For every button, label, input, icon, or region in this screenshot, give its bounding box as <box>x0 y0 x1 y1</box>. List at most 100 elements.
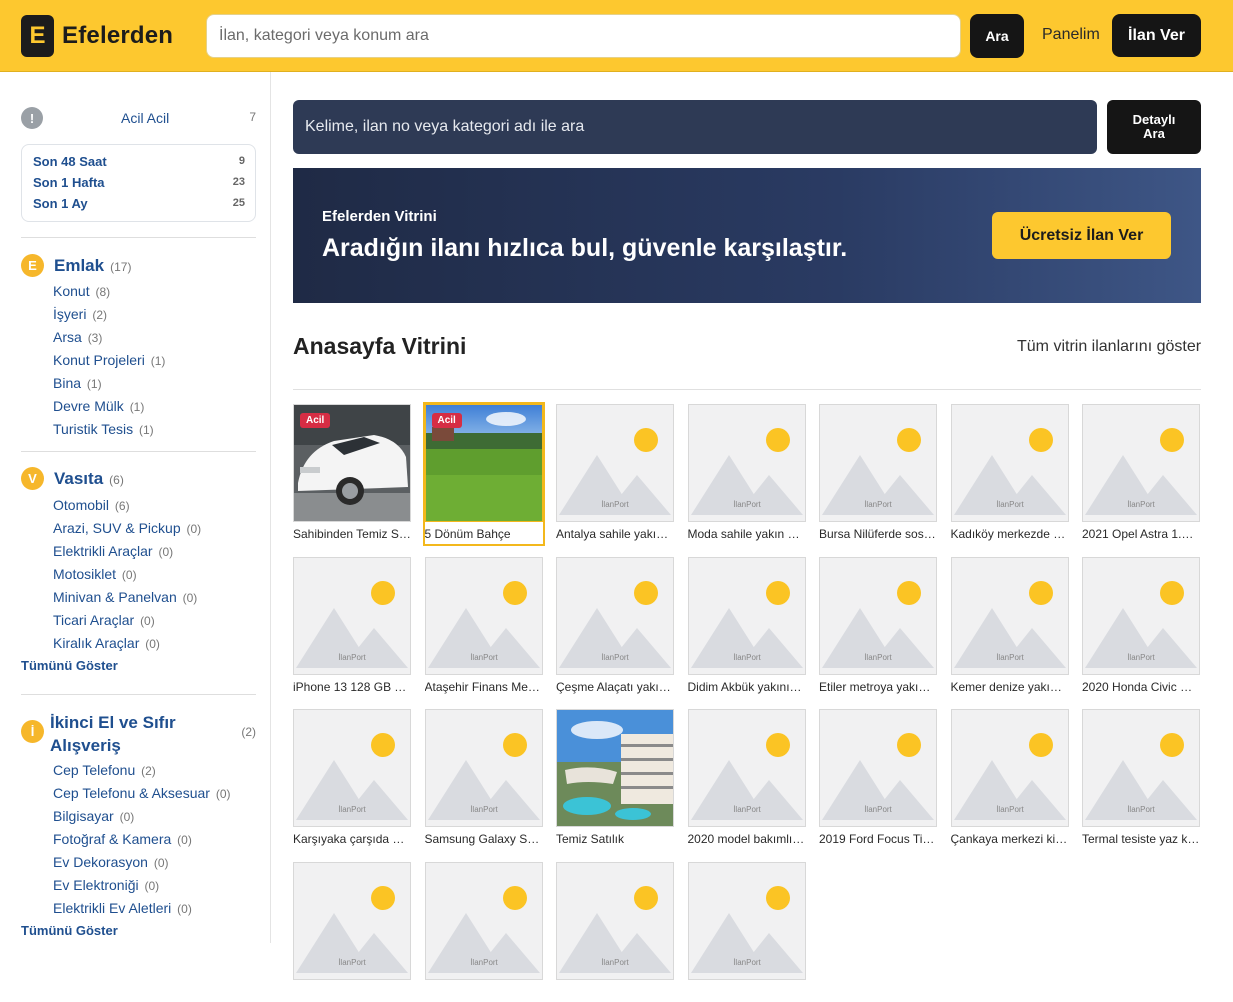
listing-thumbnail[interactable] <box>556 709 674 827</box>
listing-thumbnail[interactable]: İlanPort <box>424 557 543 675</box>
listing-thumbnail[interactable]: İlanPort <box>424 862 543 980</box>
subcategory-link[interactable]: Konut Projeleri (1) <box>53 352 165 368</box>
listing-thumbnail[interactable]: İlanPort <box>424 709 543 827</box>
subcategory-link[interactable]: Arazi, SUV & Pickup (0) <box>53 520 201 536</box>
show-all-link[interactable]: Tümünü Göster <box>21 658 118 673</box>
header-search-button[interactable]: Ara <box>970 14 1024 58</box>
panel-link[interactable]: Panelim <box>1042 26 1100 44</box>
subcategory-link[interactable]: Ev Elektroniği (0) <box>53 877 159 893</box>
listing-title[interactable]: Temiz Satılık <box>556 832 674 846</box>
listing-thumbnail[interactable]: İlanPort <box>819 709 937 827</box>
listing-title[interactable]: Antalya sahile yakın daire <box>556 527 674 541</box>
listing-card[interactable]: Temiz Satılık <box>556 709 674 849</box>
listing-title[interactable]: Sahibinden Temiz Sahibinden Temiz BMW <box>293 527 411 541</box>
subcategory-link[interactable]: Arsa (3) <box>53 329 102 345</box>
post-ad-button[interactable]: İlan Ver <box>1112 14 1201 57</box>
listing-title[interactable]: 5 Dönüm Bahçe <box>425 527 543 541</box>
listing-title[interactable]: 2021 Opel Astra 1.4 Turbo <box>1082 527 1200 541</box>
listing-card[interactable]: İlanPort Çeşme Alaçatı yakını villa <box>556 557 674 697</box>
listing-thumbnail[interactable]: İlanPort <box>556 557 674 675</box>
subcategory-link[interactable]: Bilgisayar (0) <box>53 808 134 824</box>
listing-card[interactable]: Acil 5 Dönüm Bahçe <box>422 402 545 546</box>
listing-thumbnail[interactable]: İlanPort <box>687 709 806 827</box>
subcategory-link[interactable]: Fotoğraf & Kamera (0) <box>53 831 192 847</box>
time-filter-1m[interactable]: Son 1 Ay 25 <box>33 196 245 214</box>
listing-card[interactable]: İlanPort Karşıyaka çarşıda dükkan <box>293 709 411 849</box>
listing-card[interactable]: İlanPort <box>424 862 543 1002</box>
listing-title[interactable]: Moda sahile yakın daire <box>688 527 806 541</box>
listing-title[interactable]: Bursa Nilüferde sosyal tesisli <box>819 527 937 541</box>
listing-thumbnail[interactable]: Acil <box>293 404 411 522</box>
listing-thumbnail[interactable]: Acil <box>424 404 543 522</box>
listing-title[interactable]: Çankaya merkezi kiralık <box>951 832 1069 846</box>
free-ad-button[interactable]: Ücretsiz İlan Ver <box>992 212 1171 259</box>
listing-title[interactable]: Etiler metroya yakın daire <box>819 680 937 694</box>
listing-thumbnail[interactable]: İlanPort <box>819 557 937 675</box>
listing-title[interactable]: Termal tesiste yaz kiralık <box>1082 832 1200 846</box>
listing-thumbnail[interactable]: İlanPort <box>687 404 806 522</box>
listing-card[interactable]: İlanPort <box>293 862 411 1002</box>
listing-thumbnail[interactable]: İlanPort <box>950 709 1069 827</box>
subcategory-link[interactable]: Cep Telefonu & Aksesuar (0) <box>53 785 231 801</box>
subcategory-link[interactable]: Ev Dekorasyon (0) <box>53 854 169 870</box>
subcategory-link[interactable]: Minivan & Panelvan (0) <box>53 589 197 605</box>
listing-title[interactable]: 2019 Ford Focus Titanium <box>819 832 937 846</box>
listing-thumbnail[interactable]: İlanPort <box>687 862 806 980</box>
show-all-showcase-link[interactable]: Tüm vitrin ilanlarını göster <box>1017 338 1201 356</box>
listing-card[interactable]: İlanPort Ataşehir Finans Merkezi ofis <box>424 557 543 697</box>
acil-filter[interactable]: ! Acil Acil 7 <box>21 106 256 130</box>
subcategory-link[interactable]: Kiralık Araçlar (0) <box>53 635 160 651</box>
listing-card[interactable]: İlanPort Etiler metroya yakın daire <box>819 557 937 697</box>
listing-thumbnail[interactable]: İlanPort <box>293 709 411 827</box>
site-logo[interactable]: E Efelerden <box>21 15 173 57</box>
listing-title[interactable]: Karşıyaka çarşıda dükkan <box>293 832 411 846</box>
category-ikinci-el[interactable]: İ İkinci El ve Sıfır Alışveriş (2) <box>21 710 256 756</box>
listing-title[interactable]: 2020 model bakımlı araç <box>688 832 806 846</box>
listing-card[interactable]: Acil Sahibinden Temiz Sahibinden Temiz BM… <box>293 404 411 544</box>
listing-title[interactable]: Kemer denize yakın apart <box>951 680 1069 694</box>
show-all-link[interactable]: Tümünü Göster <box>21 923 118 938</box>
listing-thumbnail[interactable]: İlanPort <box>950 404 1069 522</box>
listing-card[interactable]: İlanPort Çankaya merkezi kiralık <box>950 709 1069 849</box>
subcategory-link[interactable]: Devre Mülk (1) <box>53 398 144 414</box>
listing-thumbnail[interactable]: İlanPort <box>819 404 937 522</box>
listing-card[interactable]: İlanPort 2021 Opel Astra 1.4 Turbo <box>1082 404 1200 544</box>
listing-card[interactable]: İlanPort Moda sahile yakın daire <box>687 404 806 544</box>
listing-thumbnail[interactable]: İlanPort <box>950 557 1069 675</box>
detailed-search-button[interactable]: Detaylı Ara <box>1107 100 1201 154</box>
listing-thumbnail[interactable]: İlanPort <box>687 557 806 675</box>
listing-title[interactable]: Kadıköy merkezde kiralık <box>951 527 1069 541</box>
listing-title[interactable]: Samsung Galaxy S22 Ultra <box>425 832 543 846</box>
listing-card[interactable]: İlanPort Bursa Nilüferde sosyal tesisli <box>819 404 937 544</box>
subcategory-link[interactable]: Elektrikli Ev Aletleri (0) <box>53 900 192 916</box>
listing-title[interactable]: 2020 Honda Civic Eco <box>1082 680 1200 694</box>
listing-thumbnail[interactable]: İlanPort <box>556 862 674 980</box>
listing-thumbnail[interactable]: İlanPort <box>1082 709 1200 827</box>
listing-card[interactable]: İlanPort Didim Akbük yakınında yazlık <box>687 557 806 697</box>
subcategory-link[interactable]: Ticari Araçlar (0) <box>53 612 155 628</box>
listing-card[interactable]: İlanPort <box>556 862 674 1002</box>
listing-card[interactable]: İlanPort Termal tesiste yaz kiralık <box>1082 709 1200 849</box>
time-filter-48h[interactable]: Son 48 Saat 9 <box>33 154 245 172</box>
listing-card[interactable]: İlanPort <box>687 862 806 1002</box>
listing-card[interactable]: İlanPort Kemer denize yakın apart <box>950 557 1069 697</box>
listing-card[interactable]: İlanPort Kadıköy merkezde kiralık <box>950 404 1069 544</box>
subcategory-link[interactable]: Elektrikli Araçlar (0) <box>53 543 173 559</box>
listing-thumbnail[interactable]: İlanPort <box>1082 404 1200 522</box>
time-filter-1w[interactable]: Son 1 Hafta 23 <box>33 175 245 193</box>
listing-title[interactable]: Ataşehir Finans Merkezi ofis <box>425 680 543 694</box>
subcategory-link[interactable]: Turistik Tesis (1) <box>53 421 154 437</box>
listing-card[interactable]: İlanPort Samsung Galaxy S22 Ultra <box>424 709 543 849</box>
listing-card[interactable]: İlanPort Antalya sahile yakın daire <box>556 404 674 544</box>
listing-title[interactable]: Didim Akbük yakınında yazlık <box>688 680 806 694</box>
listing-card[interactable]: İlanPort 2020 model bakımlı araç <box>687 709 806 849</box>
listing-card[interactable]: İlanPort 2019 Ford Focus Titanium <box>819 709 937 849</box>
subcategory-link[interactable]: Bina (1) <box>53 375 102 391</box>
header-search-input[interactable]: İlan, kategori veya konum ara <box>206 14 961 58</box>
listing-card[interactable]: İlanPort 2020 Honda Civic Eco <box>1082 557 1200 697</box>
subcategory-link[interactable]: Cep Telefonu (2) <box>53 762 156 778</box>
subcategory-link[interactable]: Otomobil (6) <box>53 497 130 513</box>
listing-thumbnail[interactable]: İlanPort <box>293 557 411 675</box>
subcategory-link[interactable]: Konut (8) <box>53 283 110 299</box>
listing-thumbnail[interactable]: İlanPort <box>293 862 411 980</box>
